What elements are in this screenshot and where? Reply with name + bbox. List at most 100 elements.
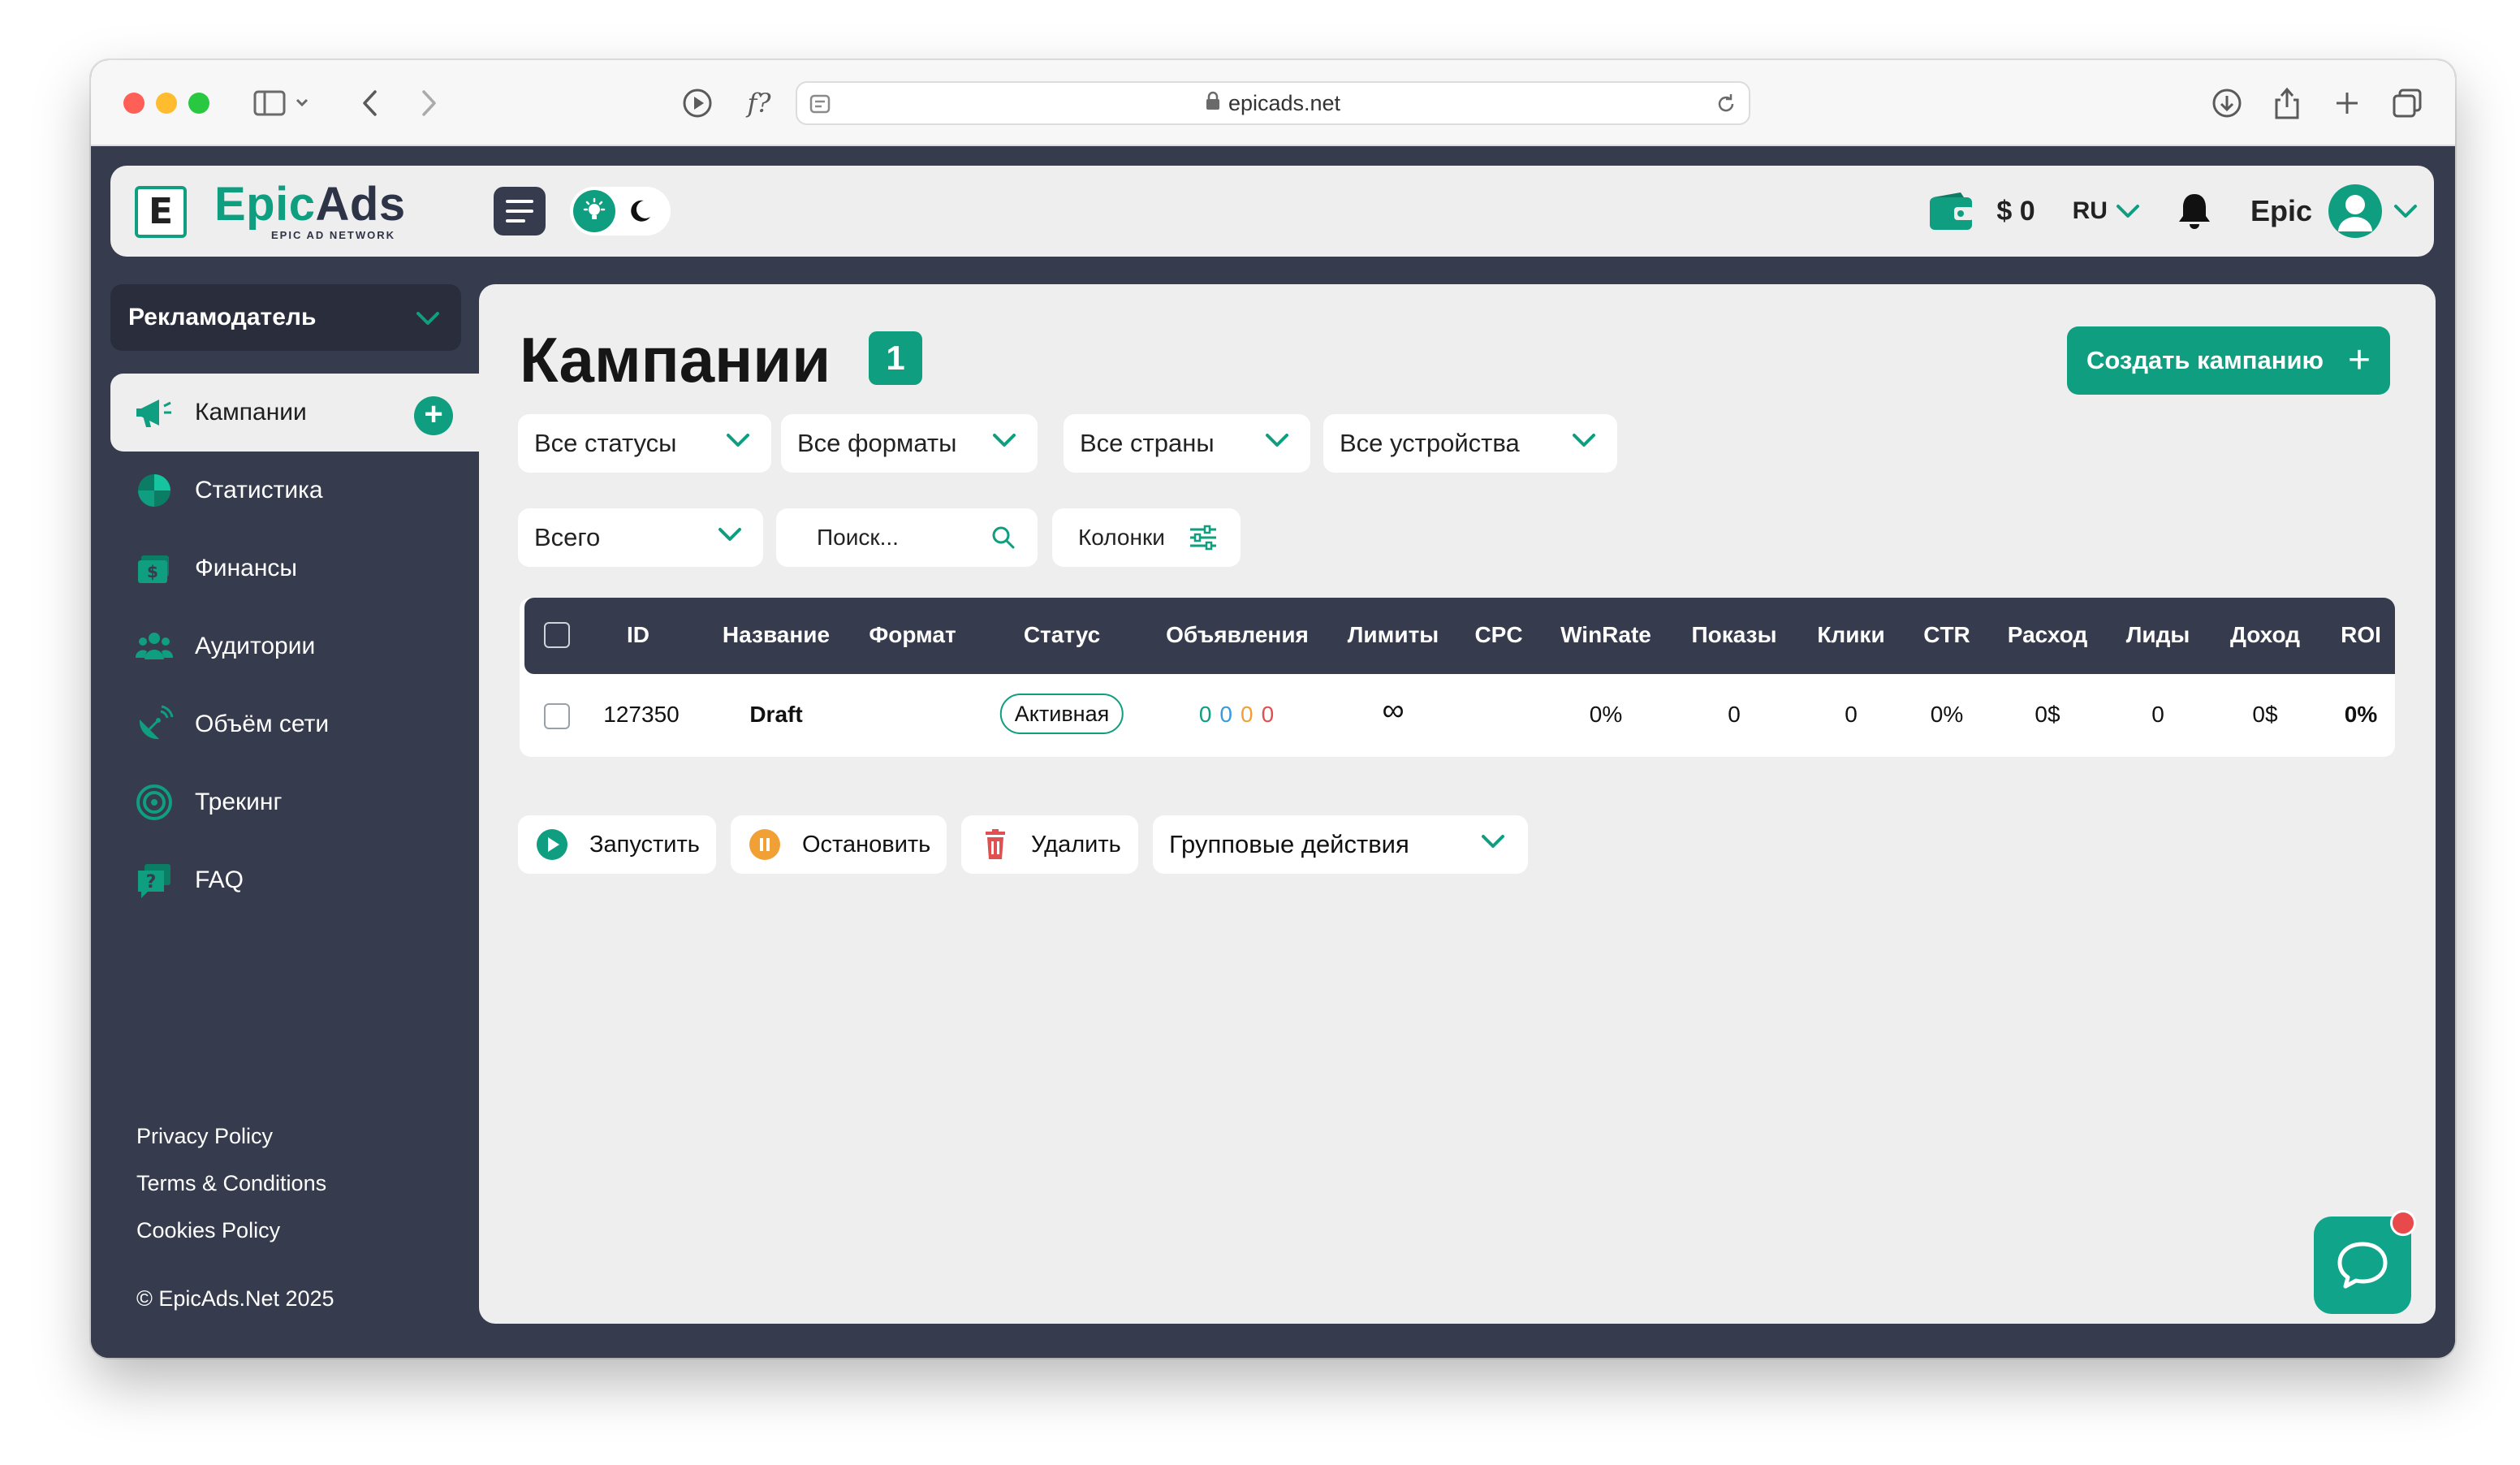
cell-name[interactable]: Draft [749,702,802,728]
back-icon[interactable] [354,84,386,122]
language-label: RU [2072,197,2108,224]
column-header-limits[interactable]: Лимиты [1348,622,1439,648]
create-campaign-button[interactable]: Создать кампанию + [2067,326,2390,395]
reload-icon[interactable] [1715,93,1737,121]
theme-toggle[interactable] [570,187,671,236]
device-filter-value: Все устройства [1340,429,1520,457]
search-input[interactable]: Поиск... [776,508,1038,567]
sidebar-item-network-volume[interactable]: Объём сети [110,685,484,763]
role-selector[interactable]: Рекламодатель [110,284,461,351]
moon-icon[interactable] [625,197,654,226]
status-badge[interactable]: Активная [999,694,1124,734]
columns-button[interactable]: Колонки [1052,508,1241,567]
cell-clicks: 0 [1845,702,1858,727]
sidebar-item-audiences[interactable]: Аудитории [110,607,484,685]
play-icon [536,828,568,861]
ads-count-active: 0 [1198,702,1220,727]
cell-roi: 0% [2344,702,2378,727]
browser-window: f? epicads.net E EpicAds EPIC AD NETWORK… [91,60,2455,1358]
row-checkbox[interactable] [544,703,570,729]
formula-extension-icon[interactable]: f? [739,84,779,122]
chat-button[interactable] [2314,1210,2416,1314]
start-label: Запустить [589,831,700,858]
money-icon: $ [135,549,174,588]
wallet-icon[interactable] [1928,191,1975,231]
sidebar-item-label: Аудитории [195,633,316,659]
column-header-spend[interactable]: Расход [2008,622,2087,648]
bulk-actions-select[interactable]: Групповые действия [1153,815,1528,874]
language-selector[interactable]: RU [2073,197,2140,225]
column-header-cpc[interactable]: CPC [1474,622,1522,648]
help-icon: ? [135,861,174,900]
sidebar-item-label: Объём сети [195,711,330,737]
avatar[interactable] [2328,184,2382,238]
column-header-roi[interactable]: ROI [2341,622,2381,648]
table-row[interactable]: 127350 Draft Активная 0000 ∞ 0% 0 0 0% 0… [524,674,2395,757]
search-placeholder: Поиск... [817,525,899,550]
lightbulb-icon[interactable] [573,190,615,232]
column-header-leads[interactable]: Лиды [2126,622,2190,648]
ads-count-paused: 0 [1241,702,1262,727]
select-all-checkbox[interactable] [544,622,570,648]
cell-limits: ∞ [1382,694,1405,728]
sidebar-item-statistics[interactable]: Статистика [110,452,484,529]
bulk-actions-label: Групповые действия [1169,830,1409,858]
column-header-clicks[interactable]: Клики [1817,622,1884,648]
format-filter[interactable]: Все форматы [781,414,1038,473]
period-filter[interactable]: Всего [518,508,763,567]
downloads-icon[interactable] [2208,84,2246,122]
ads-count-moderation: 0 [1219,702,1241,727]
sidebar-item-campaigns[interactable]: Кампании + [110,374,484,452]
share-icon[interactable] [2268,84,2306,122]
sidebar-item-tracking[interactable]: Трекинг [110,763,484,841]
column-header-format[interactable]: Формат [869,622,956,648]
country-filter[interactable]: Все страны [1064,414,1310,473]
column-header-name[interactable]: Название [723,622,830,648]
chevron-down-icon[interactable] [2393,203,2418,219]
column-header-ctr[interactable]: CTR [1923,622,1970,648]
menu-toggle-button[interactable] [494,187,546,236]
new-tab-icon[interactable] [2328,84,2366,122]
svg-text:?: ? [146,872,157,892]
megaphone-icon [135,393,174,432]
start-button[interactable]: Запустить [518,815,716,874]
sidebar-item-faq[interactable]: ? FAQ [110,841,484,919]
logo[interactable]: E EpicAds EPIC AD NETWORK [135,181,406,241]
create-campaign-label: Создать кампанию [2086,346,2324,374]
column-header-impressions[interactable]: Показы [1692,622,1777,648]
sidebar-item-label: FAQ [195,866,244,893]
column-header-income[interactable]: Доход [2230,622,2300,648]
username[interactable]: Epic [2250,194,2312,228]
add-campaign-icon[interactable]: + [414,396,453,435]
address-bar[interactable]: epicads.net [796,81,1750,125]
sidebar-toggle-icon[interactable] [250,84,315,122]
sidebar-item-label: Статистика [195,477,323,503]
sidebar-item-label: Трекинг [195,789,283,815]
cookies-policy-link[interactable]: Cookies Policy [136,1207,326,1254]
extension-icon[interactable] [679,84,716,122]
tab-overview-icon[interactable] [2388,84,2426,122]
stop-button[interactable]: Остановить [731,815,947,874]
forward-icon[interactable] [412,84,445,122]
bell-icon[interactable] [2177,192,2211,231]
device-filter[interactable]: Все устройства [1323,414,1617,473]
column-header-id[interactable]: ID [627,622,649,648]
top-header: E EpicAds EPIC AD NETWORK $ 0 RU Epic [110,166,2434,257]
minimize-window-button[interactable] [156,93,177,114]
logo-name-epic: Epic [214,178,316,231]
sidebar-item-finance[interactable]: $ Финансы [110,529,484,607]
chevron-down-icon [416,305,440,333]
delete-button[interactable]: Удалить [961,815,1138,874]
app: E EpicAds EPIC AD NETWORK $ 0 RU Epic Ре… [91,146,2455,1358]
page-menu-icon[interactable] [809,93,831,121]
close-window-button[interactable] [123,93,145,114]
terms-link[interactable]: Terms & Conditions [136,1160,326,1207]
column-header-ads[interactable]: Объявления [1166,622,1309,648]
column-header-status[interactable]: Статус [1024,622,1100,648]
table-header: ID Название Формат Статус Объявления Лим… [524,598,2395,674]
zoom-window-button[interactable] [188,93,209,114]
status-filter[interactable]: Все статусы [518,414,771,473]
search-icon[interactable] [990,525,1016,556]
privacy-policy-link[interactable]: Privacy Policy [136,1113,326,1160]
column-header-winrate[interactable]: WinRate [1560,622,1651,648]
